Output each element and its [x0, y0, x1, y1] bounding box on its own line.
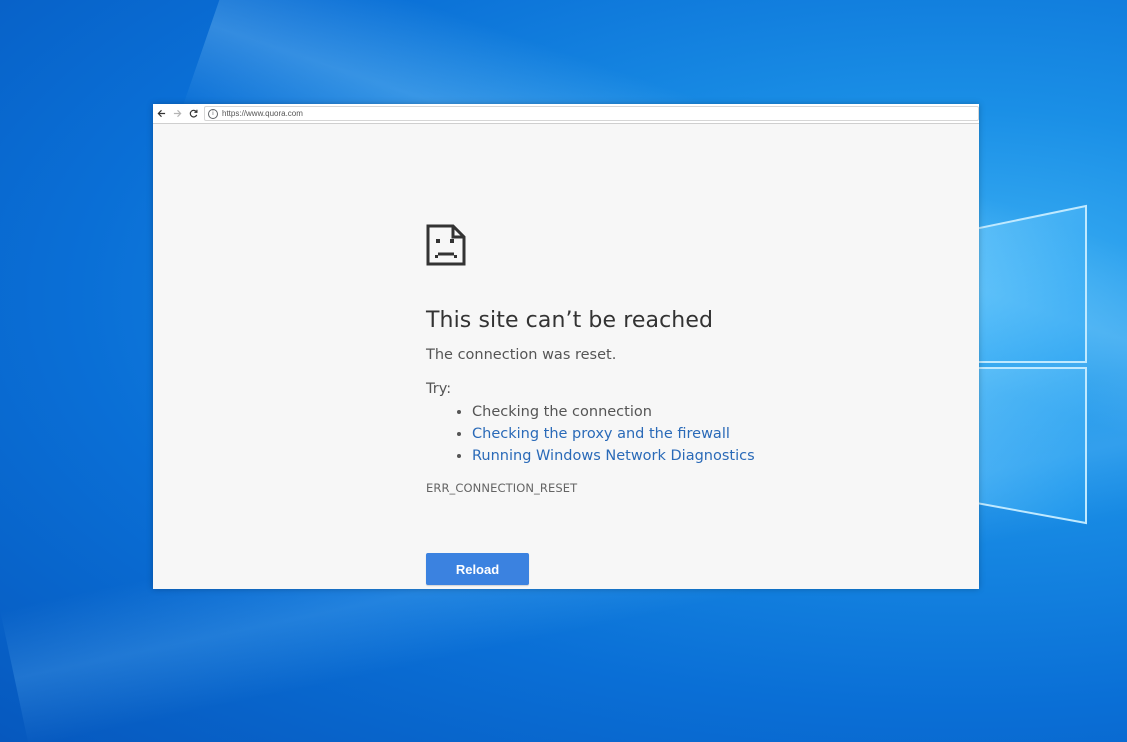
browser-window: i https://www.quora.com This site can’t …: [153, 104, 979, 589]
error-code: ERR_CONNECTION_RESET: [426, 481, 578, 495]
suggestion-item: Checking the proxy and the firewall: [472, 423, 846, 445]
page-title: This site can’t be reached: [426, 308, 714, 333]
suggestion-list: Checking the connection Checking the pro…: [426, 401, 846, 467]
reload-icon[interactable]: [185, 106, 201, 122]
suggestion-item: Running Windows Network Diagnostics: [472, 445, 846, 467]
suggestion-item: Checking the connection: [472, 401, 846, 423]
browser-toolbar: i https://www.quora.com: [153, 104, 979, 124]
sad-page-icon: [426, 224, 466, 266]
address-bar[interactable]: i https://www.quora.com: [204, 106, 979, 121]
suggestion-proxy-firewall-link[interactable]: Checking the proxy and the firewall: [472, 426, 730, 442]
back-arrow-icon[interactable]: [153, 106, 169, 122]
reload-button[interactable]: Reload: [426, 553, 529, 585]
desktop-background: i https://www.quora.com This site can’t …: [0, 0, 1127, 742]
try-label: Try:: [426, 381, 452, 397]
windows-logo-icon: [960, 204, 1087, 525]
suggestion-check-connection: Checking the connection: [472, 404, 652, 420]
info-icon[interactable]: i: [208, 108, 218, 119]
error-content: This site can’t be reached The connectio…: [426, 224, 846, 495]
url-text: https://www.quora.com: [222, 109, 303, 118]
error-subtitle: The connection was reset.: [426, 347, 617, 363]
forward-arrow-icon[interactable]: [169, 106, 185, 122]
suggestion-network-diagnostics-link[interactable]: Running Windows Network Diagnostics: [472, 448, 755, 464]
